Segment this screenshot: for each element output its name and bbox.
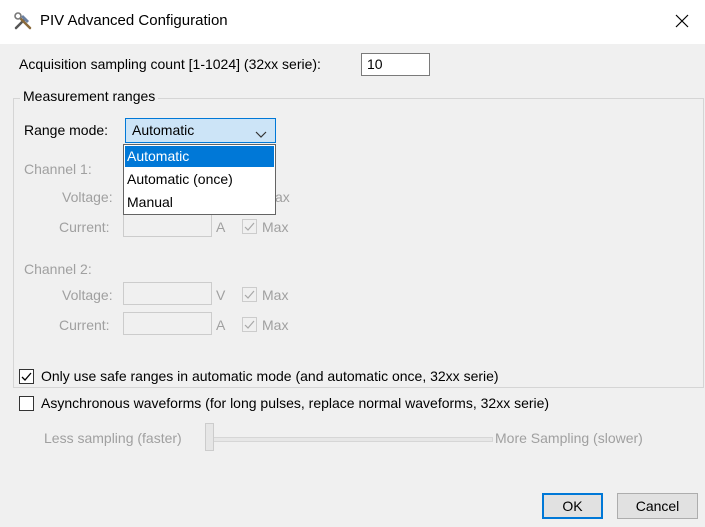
sampling-slider-track[interactable]: [207, 437, 493, 442]
tools-icon: [13, 11, 33, 31]
range-mode-select[interactable]: Automatic: [125, 118, 276, 143]
channel1-voltage-label: Voltage:: [62, 189, 113, 205]
channel1-current-label: Current:: [59, 219, 110, 235]
channel2-title: Channel 2:: [24, 261, 92, 277]
acquisition-label: Acquisition sampling count [1-1024] (32x…: [19, 56, 321, 72]
channel1-current-max-label: Max: [262, 219, 289, 235]
channel2-voltage-unit: V: [216, 287, 226, 303]
channel2-voltage-label: Voltage:: [62, 287, 113, 303]
range-mode-dropdown-list: Automatic Automatic (once) Manual: [123, 144, 276, 215]
acquisition-count-input[interactable]: 10: [361, 53, 430, 76]
range-mode-option-automatic[interactable]: Automatic: [125, 146, 274, 167]
measurement-ranges-title: Measurement ranges: [20, 88, 159, 104]
channel1-current-unit: A: [216, 219, 226, 235]
range-mode-option-manual[interactable]: Manual: [125, 192, 274, 213]
safe-ranges-label[interactable]: Only use safe ranges in automatic mode (…: [41, 368, 499, 384]
check-icon: [244, 290, 255, 299]
slider-left-label: Less sampling (faster): [44, 430, 182, 446]
close-button[interactable]: [659, 0, 705, 44]
safe-ranges-checkbox[interactable]: [19, 369, 34, 384]
range-mode-label: Range mode:: [24, 122, 109, 138]
sampling-slider-thumb[interactable]: [205, 423, 214, 451]
check-icon: [244, 320, 255, 329]
async-waveforms-label[interactable]: Asynchronous waveforms (for long pulses,…: [41, 395, 549, 411]
measurement-ranges-group: [13, 98, 704, 388]
channel2-current-label: Current:: [59, 317, 110, 333]
channel1-voltage-max-label: ax: [275, 189, 290, 205]
channel2-voltage-max-checkbox[interactable]: [242, 287, 257, 302]
chevron-down-icon: [255, 126, 267, 138]
channel2-voltage-max-label: Max: [262, 287, 289, 303]
channel2-current-input[interactable]: [123, 312, 212, 335]
cancel-button[interactable]: Cancel: [617, 493, 698, 519]
channel2-current-max-label: Max: [262, 317, 289, 333]
dialog-content: Acquisition sampling count [1-1024] (32x…: [0, 44, 705, 527]
range-mode-selected: Automatic: [132, 122, 195, 138]
channel2-voltage-input[interactable]: [123, 282, 212, 305]
window-title: PIV Advanced Configuration: [40, 12, 228, 29]
channel2-current-unit: A: [216, 317, 226, 333]
channel2-current-max-checkbox[interactable]: [242, 317, 257, 332]
check-icon: [21, 372, 32, 381]
close-icon: [675, 14, 689, 31]
channel1-current-max-checkbox[interactable]: [242, 219, 257, 234]
title-bar: PIV Advanced Configuration: [0, 0, 705, 44]
ok-button[interactable]: OK: [542, 493, 603, 519]
slider-right-label: More Sampling (slower): [495, 430, 643, 446]
async-waveforms-checkbox[interactable]: [19, 396, 34, 411]
channel1-current-input[interactable]: [123, 214, 212, 237]
range-mode-option-automatic-once[interactable]: Automatic (once): [125, 169, 274, 190]
check-icon: [244, 222, 255, 231]
channel1-title: Channel 1:: [24, 161, 92, 177]
